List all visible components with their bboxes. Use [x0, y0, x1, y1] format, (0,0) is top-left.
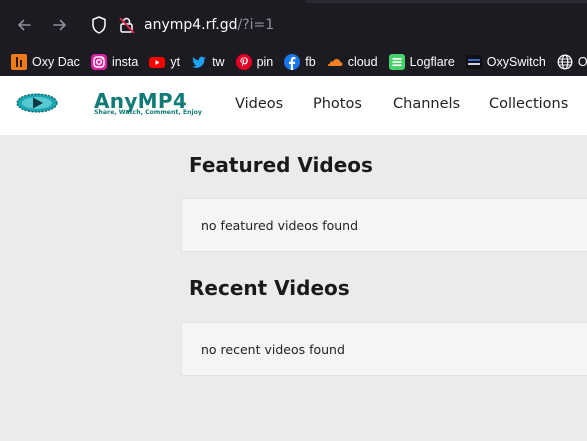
nav-photos[interactable]: Photos: [313, 96, 362, 112]
bookmark-label: yt: [170, 55, 181, 69]
url-bar[interactable]: anymp4.rf.gd/?i=1: [82, 8, 587, 42]
insecure-lock-icon[interactable]: [118, 15, 136, 35]
cloudflare-icon: [327, 54, 343, 70]
bookmark-yt[interactable]: yt: [149, 50, 180, 74]
bookmark-label: Logflare: [409, 55, 455, 69]
bookmark-label: Oxy: [577, 55, 587, 69]
forward-arrow-icon: [53, 19, 66, 31]
oxydac-icon: [11, 54, 27, 70]
bookmark-label: fb: [305, 55, 316, 69]
logo-tagline: Share, Watch, Comment, Enjoy: [94, 109, 202, 116]
logflare-icon: [388, 54, 405, 70]
oxyswitch-icon: [465, 54, 482, 70]
bookmark-oxyswitch[interactable]: OxySwitch: [465, 50, 546, 74]
recent-empty-message: no recent videos found: [201, 342, 345, 357]
site-header: AnyMP4 Share, Watch, Comment, Enjoy Vide…: [0, 76, 587, 135]
recent-videos-card: no recent videos found: [181, 322, 587, 376]
url-host: anymp4.rf.gd: [144, 17, 238, 33]
twitter-icon: [191, 54, 207, 70]
bookmark-label: OxySwitch: [486, 55, 546, 69]
active-tab[interactable]: [306, 0, 587, 3]
nav-channels[interactable]: Channels: [393, 96, 460, 112]
back-button[interactable]: [12, 13, 36, 37]
nav-collections[interactable]: Collections: [489, 96, 568, 112]
url-text[interactable]: anymp4.rf.gd/?i=1: [144, 17, 274, 33]
bookmarks-toolbar: Oxy Dac insta yt tw pin fb cloud Logflar…: [0, 48, 587, 76]
tab-strip: [0, 0, 587, 4]
instagram-icon: [90, 54, 107, 70]
bookmark-label: tw: [212, 55, 225, 69]
featured-videos-card: no featured videos found: [181, 198, 587, 252]
bookmark-pin[interactable]: pin: [235, 50, 274, 74]
bookmark-cloud[interactable]: cloud: [327, 50, 378, 74]
globe-icon: [557, 54, 573, 70]
browser-chrome: anymp4.rf.gd/?i=1 Oxy Dac insta yt tw pi…: [0, 0, 587, 84]
bookmark-label: insta: [111, 55, 139, 69]
bookmark-oxy[interactable]: Oxy: [557, 50, 587, 74]
bookmark-label: Oxy Dac: [32, 55, 80, 69]
pinterest-icon: [235, 54, 252, 70]
youtube-icon: [149, 54, 166, 70]
url-path: /?i=1: [237, 17, 275, 33]
navigation-toolbar: anymp4.rf.gd/?i=1: [0, 5, 587, 45]
bookmark-fb[interactable]: fb: [284, 50, 316, 74]
bookmark-label: cloud: [347, 55, 378, 69]
bookmark-insta[interactable]: insta: [90, 50, 139, 74]
back-arrow-icon: [18, 19, 31, 31]
nav-videos[interactable]: Videos: [235, 96, 283, 112]
forward-button[interactable]: [48, 13, 72, 37]
recent-videos-heading: Recent Videos: [189, 276, 350, 300]
featured-videos-heading: Featured Videos: [189, 153, 373, 177]
facebook-icon: [284, 54, 301, 70]
bookmark-label: pin: [256, 55, 274, 69]
bookmark-tw[interactable]: tw: [191, 50, 225, 74]
featured-empty-message: no featured videos found: [201, 218, 359, 233]
bookmark-logflare[interactable]: Logflare: [388, 50, 455, 74]
film-play-logo-icon[interactable]: [16, 92, 58, 114]
tracking-shield-icon[interactable]: [90, 15, 108, 35]
bookmark-oxy-dac[interactable]: Oxy Dac: [11, 50, 80, 74]
